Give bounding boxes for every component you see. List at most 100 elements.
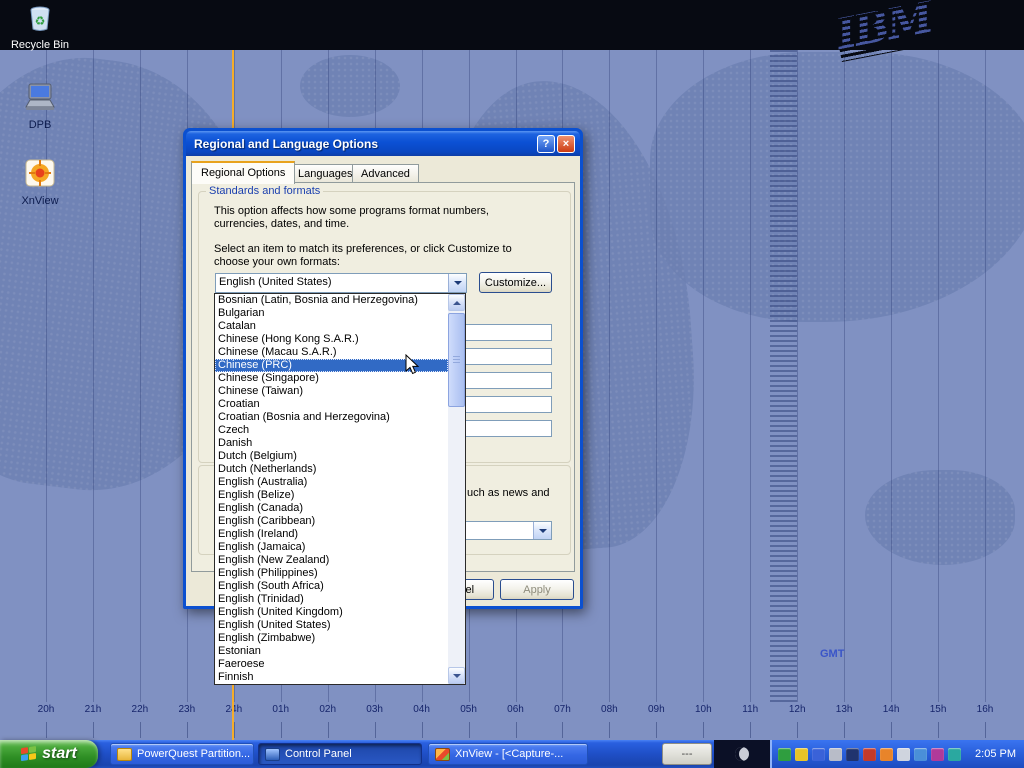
- combobox-dropdown-button[interactable]: [448, 274, 466, 292]
- list-item[interactable]: English (Caribbean): [215, 515, 448, 528]
- tray-icon[interactable]: [795, 748, 808, 761]
- timezone-line: [609, 50, 610, 702]
- help-button[interactable]: ?: [537, 135, 555, 153]
- scroll-up-button[interactable]: [448, 294, 465, 311]
- list-item[interactable]: Chinese (Hong Kong S.A.R.): [215, 333, 448, 346]
- xnview-icon: [435, 748, 450, 761]
- tray-icon[interactable]: [829, 748, 842, 761]
- list-item[interactable]: English (United Kingdom): [215, 606, 448, 619]
- start-button[interactable]: start: [0, 740, 98, 768]
- format-combobox-value: English (United States): [219, 276, 332, 288]
- list-item[interactable]: Estonian: [215, 645, 448, 658]
- arrow-up-icon: [453, 301, 461, 305]
- list-item[interactable]: Chinese (Taiwan): [215, 385, 448, 398]
- tray-icon[interactable]: [948, 748, 961, 761]
- hour-label: 06h: [501, 704, 531, 715]
- scroll-down-button[interactable]: [448, 667, 465, 684]
- timezone-tick: [703, 722, 704, 738]
- tab-languages[interactable]: Languages: [289, 164, 361, 184]
- hour-label: 11h: [735, 704, 765, 715]
- list-item[interactable]: Faeroese: [215, 658, 448, 671]
- tray-icon[interactable]: [880, 748, 893, 761]
- timezone-tick: [422, 722, 423, 738]
- hour-label: 23h: [172, 704, 202, 715]
- list-item[interactable]: Croatian: [215, 398, 448, 411]
- taskbar-clock[interactable]: 2:05 PM: [975, 740, 1016, 768]
- hour-label: 22h: [125, 704, 155, 715]
- combobox-dropdown-button[interactable]: [533, 522, 551, 539]
- date-line-band: [770, 50, 797, 702]
- list-item[interactable]: English (Belize): [215, 489, 448, 502]
- list-item[interactable]: English (Philippines): [215, 567, 448, 580]
- mouse-cursor: [404, 354, 424, 381]
- list-item[interactable]: Finnish: [215, 671, 448, 684]
- list-item[interactable]: English (Australia): [215, 476, 448, 489]
- tray-icon[interactable]: [778, 748, 791, 761]
- tray-icon[interactable]: [812, 748, 825, 761]
- list-item[interactable]: English (Ireland): [215, 528, 448, 541]
- list-item[interactable]: English (Jamaica): [215, 541, 448, 554]
- taskbar-button-control-panel[interactable]: Control Panel: [258, 743, 422, 765]
- hour-label: 07h: [547, 704, 577, 715]
- timezone-line: [46, 50, 47, 702]
- chevron-down-icon: [539, 529, 547, 533]
- list-item[interactable]: English (New Zealand): [215, 554, 448, 567]
- dialog-title-bar[interactable]: Regional and Language Options ? ×: [186, 131, 580, 156]
- list-item[interactable]: Croatian (Bosnia and Herzegovina): [215, 411, 448, 424]
- list-item[interactable]: Catalan: [215, 320, 448, 333]
- desktop-icon-dpb[interactable]: DPB: [8, 82, 72, 131]
- group-title: Standards and formats: [206, 185, 323, 197]
- hour-label: 15h: [923, 704, 953, 715]
- desktop-icon-xnview[interactable]: XnView: [8, 158, 72, 207]
- tab-regional-options[interactable]: Regional Options: [191, 161, 295, 184]
- timezone-tick: [938, 722, 939, 738]
- apply-button[interactable]: Apply: [500, 579, 574, 600]
- recycle-bin-icon: ♻: [27, 4, 53, 37]
- tray-icon[interactable]: [897, 748, 910, 761]
- timezone-line: [938, 50, 939, 702]
- taskbar-separator-button[interactable]: ---: [662, 743, 712, 765]
- timezone-tick: [844, 722, 845, 738]
- taskbar-button-xnview[interactable]: XnView - [<Capture-...: [428, 743, 588, 765]
- tab-advanced[interactable]: Advanced: [352, 164, 419, 184]
- taskbar-button-powerquest[interactable]: PowerQuest Partition...: [110, 743, 254, 765]
- chevron-down-icon: [454, 281, 462, 285]
- list-item[interactable]: English (Zimbabwe): [215, 632, 448, 645]
- scrollbar-thumb[interactable]: [448, 313, 465, 407]
- crescent-icon: [735, 747, 749, 761]
- close-button[interactable]: ×: [557, 135, 575, 153]
- map-landmass: [300, 55, 400, 117]
- list-item[interactable]: English (United States): [215, 619, 448, 632]
- timezone-line: [656, 50, 657, 702]
- list-item[interactable]: Danish: [215, 437, 448, 450]
- list-item[interactable]: Czech: [215, 424, 448, 437]
- tray-icon[interactable]: [931, 748, 944, 761]
- tray-icon[interactable]: [846, 748, 859, 761]
- list-item[interactable]: Bosnian (Latin, Bosnia and Herzegovina): [215, 294, 448, 307]
- hour-label: 12h: [782, 704, 812, 715]
- list-item[interactable]: English (South Africa): [215, 580, 448, 593]
- customize-button[interactable]: Customize...: [479, 272, 552, 293]
- list-item[interactable]: Dutch (Netherlands): [215, 463, 448, 476]
- timezone-tick: [656, 722, 657, 738]
- list-item[interactable]: English (Canada): [215, 502, 448, 515]
- taskbar-dark-segment[interactable]: [714, 740, 770, 768]
- list-scrollbar[interactable]: [448, 294, 465, 684]
- tray-icon[interactable]: [863, 748, 876, 761]
- list-item[interactable]: Bulgarian: [215, 307, 448, 320]
- map-landmass: [865, 470, 1015, 565]
- timezone-tick: [140, 722, 141, 738]
- timezone-tick: [985, 722, 986, 738]
- hour-label: 08h: [594, 704, 624, 715]
- timezone-line: [140, 50, 141, 702]
- desktop-icon-recycle-bin[interactable]: ♻ Recycle Bin: [8, 4, 72, 51]
- hour-label: 03h: [360, 704, 390, 715]
- list-item[interactable]: English (Trinidad): [215, 593, 448, 606]
- hour-label: 04h: [407, 704, 437, 715]
- timezone-tick: [797, 722, 798, 738]
- tray-icon[interactable]: [914, 748, 927, 761]
- format-combobox[interactable]: English (United States): [215, 273, 467, 293]
- list-item[interactable]: Dutch (Belgium): [215, 450, 448, 463]
- arrow-down-icon: [453, 674, 461, 678]
- folder-icon: [117, 748, 132, 761]
